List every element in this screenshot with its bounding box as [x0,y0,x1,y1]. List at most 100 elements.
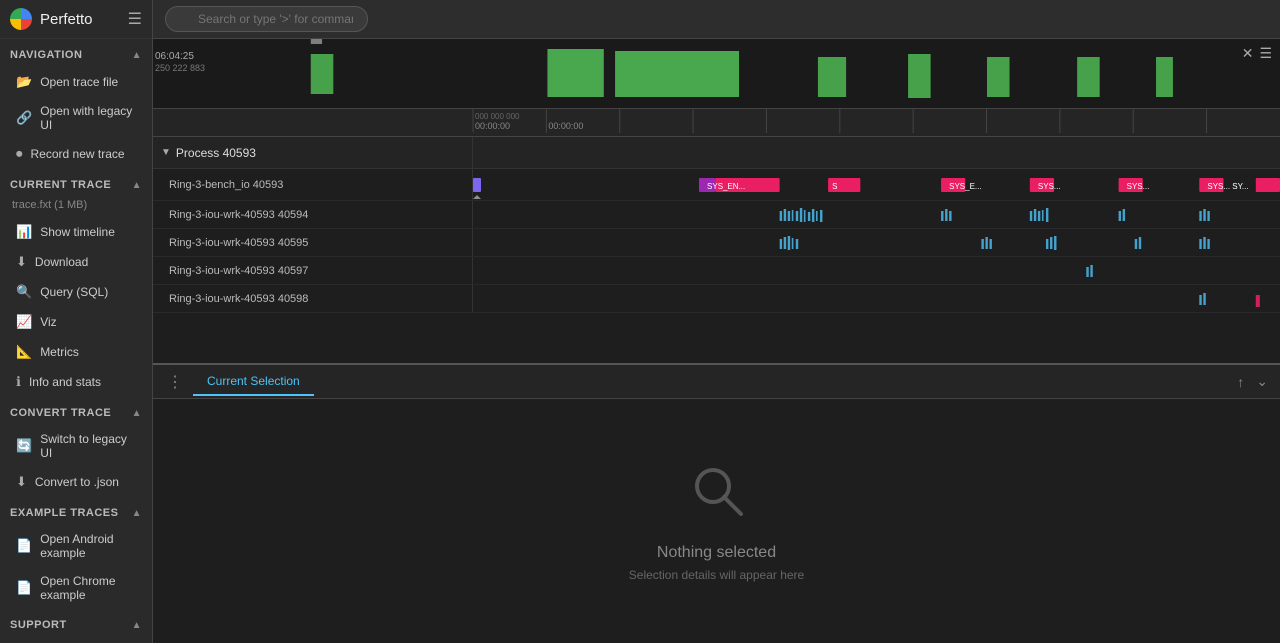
support-chevron-icon: ▲ [132,620,142,631]
app-title: Perfetto [40,11,128,28]
list-view-icon[interactable]: ☰ [1259,45,1272,62]
navigation-chevron-icon: ▲ [132,50,142,61]
track-row: Ring-3-bench_io 40593 [153,169,1280,201]
nothing-selected-icon [687,460,747,532]
track-label-0: Ring-3-bench_io 40593 [153,169,473,200]
sidebar-item-viz[interactable]: 📈 Viz [4,308,148,336]
svg-text:00:00:00: 00:00:00 [548,121,583,131]
time-ruler: 00:00:00 000 000 000 00:00:00 [153,109,1280,137]
process-expand-icon[interactable]: ▼ [161,147,171,158]
nothing-selected-title: Nothing selected [657,544,776,562]
process-track-canvas[interactable] [473,137,1280,168]
svg-text:00:00:00: 00:00:00 [475,121,510,131]
sidebar-item-info-and-stats[interactable]: ℹ Info and stats [4,368,148,396]
svg-text:SYS...: SYS... [1127,182,1150,191]
ruler-svg: 00:00:00 000 000 000 00:00:00 [473,109,1280,133]
ruler-ticks-area: 00:00:00 000 000 000 00:00:00 [473,109,1280,136]
topbar: 🔍 [153,0,1280,39]
convert-json-icon: ⬇ [16,474,27,490]
sidebar-item-metrics[interactable]: 📐 Metrics [4,338,148,366]
svg-text:06:04:25: 06:04:25 [155,51,194,62]
track-svg-2 [473,229,1280,256]
track-svg-0: SYS_EN... S SYS_E... SYS... SYS... SYS..… [473,169,1280,200]
svg-text:000 000 000: 000 000 000 [475,112,520,121]
main-content: 🔍 [153,0,1280,643]
query-icon: 🔍 [16,284,32,300]
track-canvas-0[interactable]: SYS_EN... S SYS_E... SYS... SYS... SYS..… [473,169,1280,200]
track-label-3: Ring-3-iou-wrk-40593 40597 [153,257,473,284]
track-row: Ring-3-iou-wrk-40593 40598 [153,285,1280,313]
sidebar-item-open-chrome-example[interactable]: 📄 Open Chrome example [4,568,148,608]
timeline-icon: 📊 [16,224,32,240]
process-label: ▼ Process 40593 [153,137,473,168]
sidebar-item-download[interactable]: ⬇ Download [4,248,148,276]
pin-button[interactable]: ↑ [1233,369,1248,394]
switch-icon: 🔄 [16,438,32,454]
download-icon: ⬇ [16,254,27,270]
svg-text:SYS...: SYS... [1038,182,1061,191]
track-svg-3 [473,257,1280,284]
tracks-container: 00:00:00 000 000 000 00:00:00 [153,109,1280,363]
android-file-icon: 📄 [16,538,32,554]
track-canvas-1[interactable] [473,201,1280,228]
search-input[interactable] [165,6,368,32]
overview-svg: 06:04:25 250 222 883 [153,39,1280,108]
track-row: Ring-3-iou-wrk-40593 40594 [153,201,1280,229]
nothing-selected-subtitle: Selection details will appear here [629,568,804,582]
navigation-section-header[interactable]: Navigation ▲ [0,39,152,67]
bottom-panel-content: Nothing selected Selection details will … [153,399,1280,643]
sidebar-item-open-legacy-ui[interactable]: 🔗 Open with legacy UI [4,98,148,138]
track-canvas-3[interactable] [473,257,1280,284]
svg-text:250 222 883: 250 222 883 [155,63,205,73]
app-logo [10,8,32,30]
track-row: Ring-3-iou-wrk-40593 40597 [153,257,1280,285]
bottom-panel: ⋮ Current Selection ↑ ⌄ Nothing selected… [153,363,1280,643]
convert-trace-chevron-icon: ▲ [132,408,142,419]
sidebar: Perfetto ☰ Navigation ▲ 📂 Open trace fil… [0,0,153,643]
app-header: Perfetto ☰ [0,0,152,39]
close-selection-icon[interactable]: ✕ [1242,45,1254,62]
sidebar-item-open-android-example[interactable]: 📄 Open Android example [4,526,148,566]
bottom-tabs-bar: ⋮ Current Selection ↑ ⌄ [153,365,1280,399]
track-label-1: Ring-3-iou-wrk-40593 40594 [153,201,473,228]
track-svg-4 [473,285,1280,312]
track-label-2: Ring-3-iou-wrk-40593 40595 [153,229,473,256]
sidebar-item-query-sql[interactable]: 🔍 Query (SQL) [4,278,148,306]
example-traces-chevron-icon: ▲ [132,508,142,519]
convert-trace-section-header[interactable]: Convert trace ▲ [0,397,152,425]
viz-icon: 📈 [16,314,32,330]
track-label-4: Ring-3-iou-wrk-40593 40598 [153,285,473,312]
expand-button[interactable]: ⌄ [1252,369,1272,394]
bottom-panel-menu-icon[interactable]: ⋮ [161,368,189,396]
current-trace-chevron-icon: ▲ [132,180,142,191]
sidebar-item-record-new-trace[interactable]: ⏺ Record new trace [4,140,148,168]
sidebar-item-switch-legacy-ui[interactable]: 🔄 Switch to legacy UI [4,426,148,466]
search-wrapper: 🔍 [165,6,1268,32]
sidebar-item-keyboard-shortcuts[interactable]: ⌨ Keyboard shortcuts [4,638,148,643]
svg-text:SYS... SY...: SYS... SY... [1207,182,1248,191]
bottom-panel-actions: ↑ ⌄ [1233,369,1272,394]
info-icon: ℹ [16,374,21,390]
hamburger-menu-icon[interactable]: ☰ [128,9,142,29]
current-trace-section-header[interactable]: Current Trace ▲ [0,169,152,197]
track-svg-1 [473,201,1280,228]
chrome-file-icon: 📄 [16,580,32,596]
sidebar-item-open-trace-file[interactable]: 📂 Open trace file [4,68,148,96]
track-canvas-2[interactable] [473,229,1280,256]
svg-text:SYS_EN...: SYS_EN... [707,182,745,191]
track-canvas-4[interactable] [473,285,1280,312]
timeline-area: 06:04:25 250 222 883 ✕ ☰ 00:00:00 000 0 [153,39,1280,643]
overview-strip[interactable]: 06:04:25 250 222 883 ✕ ☰ [153,39,1280,109]
record-icon: ⏺ [16,146,23,162]
svg-text:SYS_E...: SYS_E... [949,182,981,191]
file-open-icon: 📂 [16,74,32,90]
sidebar-item-show-timeline[interactable]: 📊 Show timeline [4,218,148,246]
example-traces-section-header[interactable]: Example Traces ▲ [0,497,152,525]
ruler-label-area [153,109,473,132]
tab-current-selection[interactable]: Current Selection [193,368,314,396]
track-row: Ring-3-iou-wrk-40593 40595 [153,229,1280,257]
support-section-header[interactable]: Support ▲ [0,609,152,637]
sidebar-item-convert-json[interactable]: ⬇ Convert to .json [4,468,148,496]
process-header-row[interactable]: ▼ Process 40593 [153,137,1280,169]
trace-file-meta: trace.fxt (1 MB) [0,197,152,217]
